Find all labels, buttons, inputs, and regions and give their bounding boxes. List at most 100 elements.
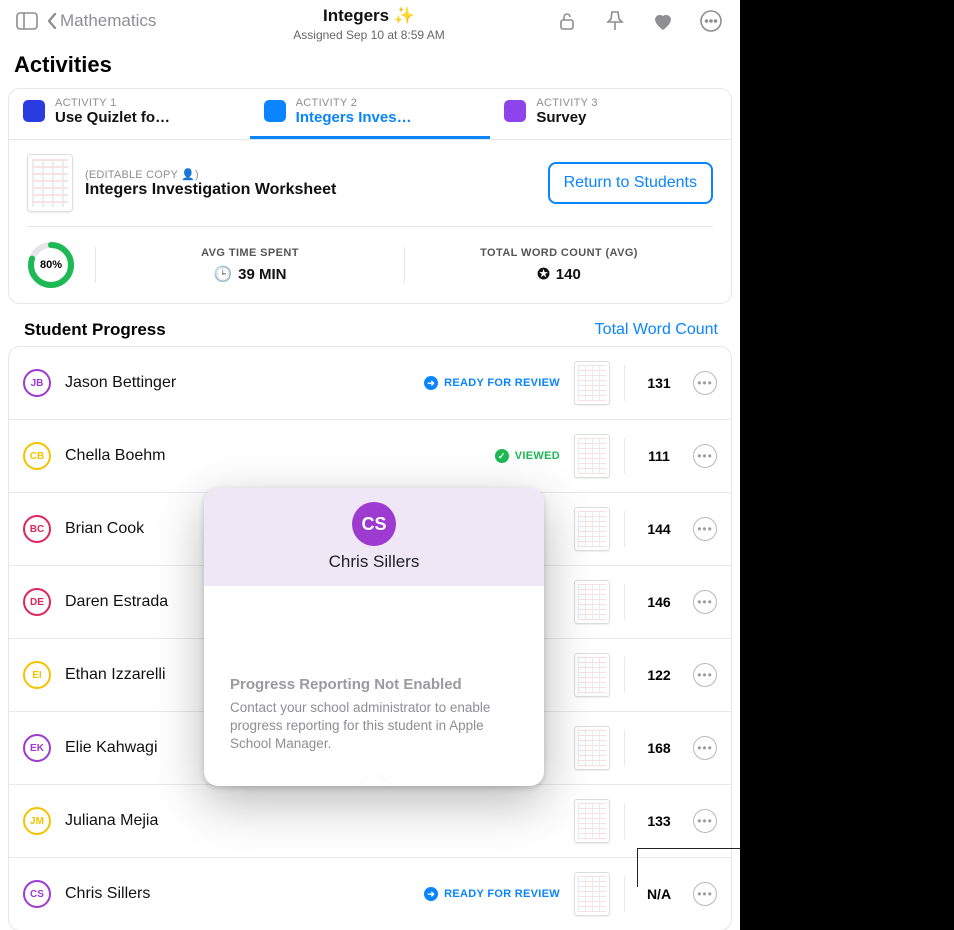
word-count: 133 — [639, 813, 679, 829]
row-more-button[interactable]: ••• — [693, 517, 717, 541]
clock-icon: 🕒 — [213, 265, 232, 283]
tab-a3[interactable]: ACTIVITY 3 Survey — [490, 89, 731, 139]
separator — [624, 876, 625, 912]
check-icon: ✓ — [495, 449, 509, 463]
popover-body: Contact your school administrator to ena… — [230, 699, 518, 754]
avatar: DE — [23, 588, 51, 616]
separator — [624, 803, 625, 839]
callout-line — [637, 848, 740, 849]
doc-thumbnail[interactable] — [574, 872, 610, 916]
activities-panel: ACTIVITY 1 Use Quizlet for… ACTIVITY 2 I… — [8, 88, 732, 304]
heart-icon[interactable] — [648, 6, 678, 36]
doc-thumbnail[interactable] — [574, 580, 610, 624]
avatar: EI — [23, 661, 51, 689]
doc-thumbnail[interactable] — [574, 434, 610, 478]
row-more-button[interactable]: ••• — [693, 590, 717, 614]
page-title: Integers ✨ — [293, 6, 444, 26]
lock-icon[interactable] — [552, 6, 582, 36]
more-icon[interactable] — [696, 6, 726, 36]
word-count: 131 — [639, 375, 679, 391]
progress-pct: 80% — [40, 259, 62, 271]
word-count: 111 — [639, 448, 679, 464]
student-name: Brian Cook — [65, 520, 144, 538]
tab-name: Survey — [536, 109, 656, 126]
separator — [624, 438, 625, 474]
student-popover: CS Chris Sillers Progress Reporting Not … — [204, 488, 544, 786]
table-row[interactable]: JB Jason Bettinger ➜READY FOR REVIEW 131… — [9, 347, 731, 420]
pin-icon[interactable] — [600, 6, 630, 36]
arrow-icon: ➜ — [424, 376, 438, 390]
tab-a2[interactable]: ACTIVITY 2 Integers Investi… — [250, 89, 491, 139]
assignment-header: (EDITABLE COPY 👤) Integers Investigation… — [9, 140, 731, 226]
row-more-button[interactable]: ••• — [693, 663, 717, 687]
table-row[interactable]: CS Chris Sillers ➜READY FOR REVIEW N/A •… — [9, 858, 731, 930]
tab-label: ACTIVITY 2 — [296, 97, 416, 109]
word-count: 144 — [639, 521, 679, 537]
arrow-icon: ➜ — [424, 887, 438, 901]
avatar: BC — [23, 515, 51, 543]
words-label: TOTAL WORD COUNT (AVG) — [413, 247, 705, 259]
avatar: JM — [23, 807, 51, 835]
student-name: Chris Sillers — [65, 885, 150, 903]
word-count: N/A — [639, 886, 679, 902]
row-more-button[interactable]: ••• — [693, 809, 717, 833]
popover-heading: Progress Reporting Not Enabled — [230, 676, 518, 693]
separator — [624, 365, 625, 401]
time-label: AVG TIME SPENT — [104, 247, 396, 259]
editable-tag: (EDITABLE COPY 👤) — [85, 168, 336, 181]
sort-link[interactable]: Total Word Count — [595, 321, 718, 339]
avatar: CS — [23, 880, 51, 908]
activity-icon — [23, 100, 45, 122]
row-more-button[interactable]: ••• — [693, 444, 717, 468]
word-count: 168 — [639, 740, 679, 756]
doc-thumbnail[interactable] — [574, 653, 610, 697]
row-more-button[interactable]: ••• — [693, 736, 717, 760]
assignment-title: Integers Investigation Worksheet — [85, 181, 336, 199]
student-progress-title: Student Progress — [24, 320, 166, 340]
table-row[interactable]: CB Chella Boehm ✓VIEWED 111 ••• — [9, 420, 731, 493]
back-button[interactable]: Mathematics — [46, 6, 156, 36]
popover-avatar: CS — [352, 502, 396, 546]
separator — [624, 511, 625, 547]
doc-thumbnail[interactable] — [574, 507, 610, 551]
sidebar-icon[interactable] — [12, 6, 42, 36]
return-to-students-button[interactable]: Return to Students — [548, 162, 713, 204]
student-name: Elie Kahwagi — [65, 739, 158, 757]
doc-thumbnail[interactable] — [574, 361, 610, 405]
student-name: Jason Bettinger — [65, 374, 176, 392]
worksheet-thumbnail[interactable] — [27, 154, 73, 212]
activity-tabs: ACTIVITY 1 Use Quizlet for… ACTIVITY 2 I… — [9, 89, 731, 140]
topbar: Mathematics Integers ✨ Assigned Sep 10 a… — [0, 0, 740, 46]
page-subtitle: Assigned Sep 10 at 8:59 AM — [293, 28, 444, 42]
doc-thumbnail[interactable] — [574, 799, 610, 843]
doc-thumbnail[interactable] — [574, 726, 610, 770]
student-name: Daren Estrada — [65, 593, 168, 611]
row-more-button[interactable]: ••• — [693, 371, 717, 395]
status-ready: ➜READY FOR REVIEW — [424, 376, 560, 390]
tab-name: Integers Investi… — [296, 109, 416, 126]
activity-icon — [504, 100, 526, 122]
tab-label: ACTIVITY 1 — [55, 97, 175, 109]
stats-row: 80% AVG TIME SPENT 🕒39 MIN TOTAL WORD CO… — [27, 226, 713, 303]
row-more-button[interactable]: ••• — [693, 882, 717, 906]
student-name: Chella Boehm — [65, 447, 166, 465]
tab-a1[interactable]: ACTIVITY 1 Use Quizlet for… — [9, 89, 250, 139]
student-name: Juliana Mejia — [65, 812, 158, 830]
activity-icon — [264, 100, 286, 122]
back-label: Mathematics — [60, 11, 156, 31]
status-viewed: ✓VIEWED — [495, 449, 560, 463]
tab-label: ACTIVITY 3 — [536, 97, 656, 109]
popover-name: Chris Sillers — [214, 552, 534, 572]
word-count: 146 — [639, 594, 679, 610]
avatar: JB — [23, 369, 51, 397]
tab-name: Use Quizlet for… — [55, 109, 175, 126]
app-window: Mathematics Integers ✨ Assigned Sep 10 a… — [0, 0, 740, 930]
table-row[interactable]: JM Juliana Mejia 133 ••• — [9, 785, 731, 858]
student-name: Ethan Izzarelli — [65, 666, 166, 684]
progress-ring: 80% — [27, 241, 75, 289]
words-value: 140 — [556, 266, 581, 283]
word-count: 122 — [639, 667, 679, 683]
separator — [624, 730, 625, 766]
avatar: EK — [23, 734, 51, 762]
section-title: Activities — [0, 46, 740, 88]
